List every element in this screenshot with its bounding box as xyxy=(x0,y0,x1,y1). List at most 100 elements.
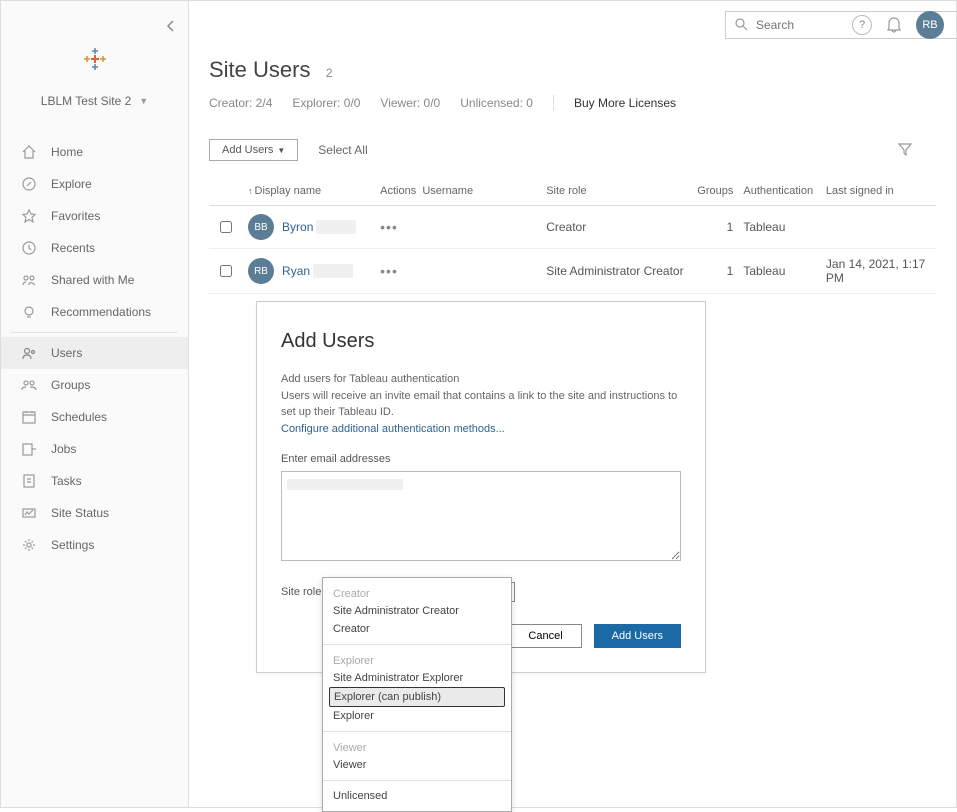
row-groups: 1 xyxy=(695,264,744,278)
user-count: 2 xyxy=(326,66,333,80)
nav-groups[interactable]: Groups xyxy=(1,369,188,401)
redacted-email-content xyxy=(287,479,403,490)
siterole-label: Site role xyxy=(281,586,321,598)
col-username[interactable]: Username xyxy=(422,185,546,197)
row-checkbox[interactable] xyxy=(220,265,232,277)
nav-recommendations[interactable]: Recommendations xyxy=(1,296,188,328)
caret-down-icon: ▼ xyxy=(277,146,285,155)
modal-title: Add Users xyxy=(281,330,681,353)
row-groups: 1 xyxy=(695,220,744,234)
explorer-count: Explorer: 0/0 xyxy=(292,96,360,110)
user-initials-avatar: BB xyxy=(248,214,274,240)
caret-down-icon: ▼ xyxy=(139,96,148,106)
nav-favorites[interactable]: Favorites xyxy=(1,200,188,232)
add-users-dropdown-button[interactable]: Add Users ▼ xyxy=(209,139,298,161)
dd-option-unlicensed[interactable]: Unlicensed xyxy=(323,787,511,805)
add-users-button[interactable]: Add Users xyxy=(594,624,681,648)
topbar: ? RB xyxy=(189,1,956,49)
notifications-button[interactable] xyxy=(886,15,902,36)
col-last-signed[interactable]: Last signed in xyxy=(826,185,936,197)
tasks-icon xyxy=(21,473,37,489)
dd-group-viewer: Viewer xyxy=(323,738,511,756)
groups-icon xyxy=(21,377,37,393)
siterole-dropdown: Creator Site Administrator Creator Creat… xyxy=(322,577,512,812)
status-icon xyxy=(21,505,37,521)
configure-auth-link[interactable]: Configure additional authentication meth… xyxy=(281,423,505,435)
separator xyxy=(553,95,554,111)
site-selector[interactable]: LBLM Test Site 2 ▼ xyxy=(1,94,188,108)
gear-icon xyxy=(21,537,37,553)
nav-jobs[interactable]: Jobs xyxy=(1,433,188,465)
dd-option-viewer[interactable]: Viewer xyxy=(323,756,511,774)
nav-divider xyxy=(11,332,178,333)
filter-button[interactable] xyxy=(898,142,912,159)
email-label: Enter email addresses xyxy=(281,453,681,465)
dd-group-explorer: Explorer xyxy=(323,651,511,669)
help-button[interactable]: ? xyxy=(852,15,872,35)
row-actions-button[interactable]: ••• xyxy=(380,219,398,235)
star-icon xyxy=(21,208,37,224)
row-last-signed: Jan 14, 2021, 1:17 PM xyxy=(826,257,936,285)
dd-divider xyxy=(323,731,511,732)
nav-tasks[interactable]: Tasks xyxy=(1,465,188,497)
dd-option-explorer[interactable]: Explorer xyxy=(323,707,511,725)
row-checkbox[interactable] xyxy=(220,221,232,233)
col-auth[interactable]: Authentication xyxy=(743,185,826,197)
nav-schedules[interactable]: Schedules xyxy=(1,401,188,433)
search-icon xyxy=(734,17,748,34)
user-name-link[interactable]: Ryan xyxy=(282,264,310,278)
user-name-link[interactable]: Byron xyxy=(282,220,313,234)
nav-site-status[interactable]: Site Status xyxy=(1,497,188,529)
row-auth: Tableau xyxy=(743,220,826,234)
nav-recents[interactable]: Recents xyxy=(1,232,188,264)
dd-option-explorer-publish[interactable]: Explorer (can publish) xyxy=(329,687,505,707)
calendar-icon xyxy=(21,409,37,425)
clock-icon xyxy=(21,240,37,256)
nav-users[interactable]: Users xyxy=(1,337,188,369)
collapse-sidebar-button[interactable] xyxy=(166,19,176,36)
bulb-icon xyxy=(21,304,37,320)
jobs-icon xyxy=(21,441,37,457)
select-all-link[interactable]: Select All xyxy=(318,143,367,157)
dd-divider xyxy=(323,644,511,645)
users-table: ↑Display name Actions Username Site role… xyxy=(209,177,936,294)
nav-home[interactable]: Home xyxy=(1,136,188,168)
redacted-surname xyxy=(316,220,356,234)
user-avatar[interactable]: RB xyxy=(916,11,944,39)
col-actions[interactable]: Actions xyxy=(380,185,422,197)
col-groups[interactable]: Groups xyxy=(695,185,744,197)
table-row: RBRyan ••• Site Administrator Creator 1 … xyxy=(209,249,936,294)
sidebar: LBLM Test Site 2 ▼ Home Explore Favorite… xyxy=(1,1,189,807)
col-display-name[interactable]: ↑Display name xyxy=(242,185,380,197)
unlicensed-count: Unlicensed: 0 xyxy=(460,96,533,110)
license-summary: Creator: 2/4 Explorer: 0/0 Viewer: 0/0 U… xyxy=(209,95,936,111)
user-initials-avatar: RB xyxy=(248,258,274,284)
users-icon xyxy=(21,345,37,361)
redacted-surname xyxy=(313,264,353,278)
buy-licenses-link[interactable]: Buy More Licenses xyxy=(574,96,676,110)
row-actions-button[interactable]: ••• xyxy=(380,263,398,279)
cancel-button[interactable]: Cancel xyxy=(509,624,581,648)
row-site-role: Site Administrator Creator xyxy=(546,264,695,278)
col-site-role[interactable]: Site role xyxy=(546,185,695,197)
viewer-count: Viewer: 0/0 xyxy=(380,96,440,110)
dd-divider xyxy=(323,780,511,781)
dd-option-creator[interactable]: Creator xyxy=(323,620,511,638)
tableau-logo xyxy=(1,45,188,76)
modal-desc-2: Users will receive an invite email that … xyxy=(281,388,681,421)
home-icon xyxy=(21,144,37,160)
dd-group-creator: Creator xyxy=(323,584,511,602)
modal-desc-1: Add users for Tableau authentication xyxy=(281,371,681,388)
compass-icon xyxy=(21,176,37,192)
nav-explore[interactable]: Explore xyxy=(1,168,188,200)
dd-option-site-admin-creator[interactable]: Site Administrator Creator xyxy=(323,602,511,620)
dd-option-site-admin-explorer[interactable]: Site Administrator Explorer xyxy=(323,669,511,687)
page-title: Site Users xyxy=(209,57,310,83)
sort-ascending-icon: ↑ xyxy=(248,186,253,196)
site-name: LBLM Test Site 2 xyxy=(41,94,132,108)
creator-count: Creator: 2/4 xyxy=(209,96,272,110)
nav-shared[interactable]: Shared with Me xyxy=(1,264,188,296)
table-row: BBByron ••• Creator 1 Tableau xyxy=(209,206,936,249)
people-icon xyxy=(21,272,37,288)
nav-settings[interactable]: Settings xyxy=(1,529,188,561)
